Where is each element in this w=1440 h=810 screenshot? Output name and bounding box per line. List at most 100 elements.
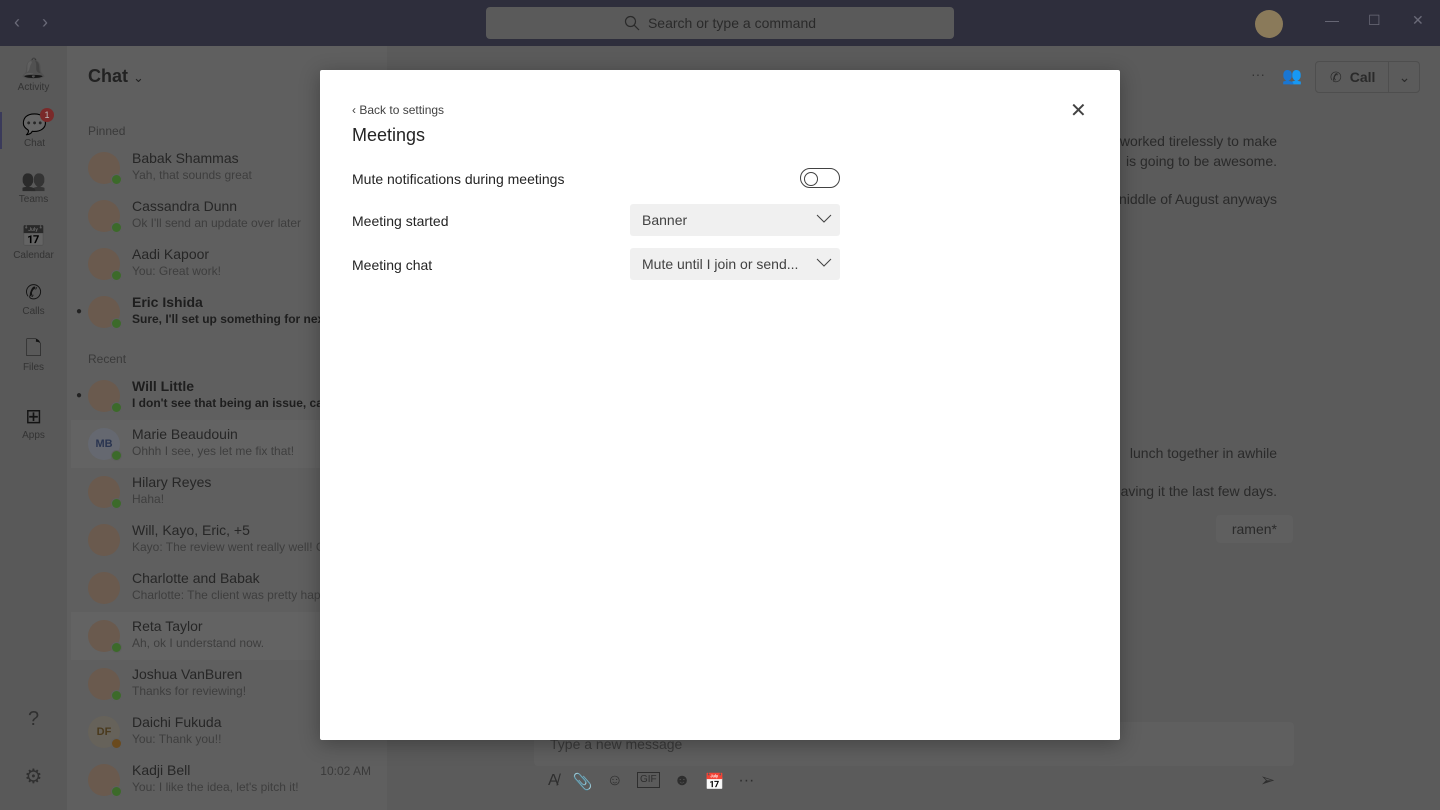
search-input[interactable]: Search or type a command (486, 7, 954, 39)
chevron-down-icon (816, 214, 832, 223)
settings-gear-icon[interactable]: ⚙ (0, 764, 67, 790)
contact-name: Aadi Kapoor (132, 246, 210, 262)
available-status-icon (111, 270, 122, 281)
close-icon[interactable]: ✕ (1070, 98, 1087, 123)
apps-icon: ⊞ (25, 406, 42, 428)
rail-item-chat[interactable]: 💬 Chat 1 (0, 108, 67, 149)
help-icon[interactable]: ? (0, 706, 67, 732)
file-icon: 🗋 (25, 338, 42, 360)
meeting-chat-dropdown[interactable]: Mute until I join or send... (630, 248, 840, 280)
mute-notifications-toggle[interactable] (800, 168, 840, 188)
rail-item-label: Activity (17, 82, 50, 93)
contact-name: Babak Shammas (132, 150, 239, 166)
teams-icon: 👥 (21, 170, 46, 192)
available-status-icon (111, 786, 122, 797)
rail-item-label: Calendar (13, 250, 54, 261)
minimize-icon[interactable]: — (1325, 12, 1339, 28)
back-to-settings-link[interactable]: ‹ Back to settings (352, 103, 444, 117)
search-placeholder: Search or type a command (647, 15, 817, 31)
call-options-chevron-icon[interactable]: ⌄ (1388, 62, 1420, 92)
unread-dot-icon: ● (76, 306, 83, 317)
contact-name: Will Little (132, 378, 195, 394)
search-icon (624, 15, 640, 31)
add-people-icon[interactable]: 👥 (1282, 66, 1302, 86)
chat-list-item[interactable]: Kadji Bell You: I like the idea, let's pi… (71, 756, 387, 804)
contact-name: Cassandra Dunn (132, 198, 238, 214)
rail-item-calls[interactable]: ✆ Calls (0, 280, 67, 317)
chat-message: is going to be awesome. (1126, 153, 1277, 169)
chat-icon: 💬 (22, 114, 47, 136)
bell-icon: 🔔 (21, 58, 46, 80)
pinned-section-label: Pinned (88, 124, 126, 138)
rail-item-files[interactable]: 🗋 Files (0, 336, 67, 373)
available-status-icon (111, 450, 122, 461)
avatar[interactable] (1255, 10, 1283, 38)
rail-item-apps[interactable]: ⊞ Apps (0, 404, 67, 441)
contact-name: Will, Kayo, Eric, +5 (132, 522, 250, 538)
back-arrow-icon[interactable]: ‹ (14, 12, 20, 33)
format-icon[interactable]: A̸ (548, 772, 559, 792)
calendar-icon: 📅 (21, 226, 46, 248)
meeting-started-value: Banner (642, 212, 688, 228)
available-status-icon (111, 318, 122, 329)
meeting-started-dropdown[interactable]: Banner (630, 204, 840, 236)
available-status-icon (111, 402, 122, 413)
available-status-icon (111, 174, 122, 185)
phone-icon: ✆ (1330, 68, 1342, 85)
rail-item-label: Chat (23, 138, 46, 149)
forward-arrow-icon[interactable]: › (42, 12, 48, 33)
chat-message: lunch together in awhile (1129, 445, 1277, 461)
contact-name: Kadji Bell (132, 762, 191, 778)
meeting-started-label: Meeting started (352, 213, 449, 229)
sticker-icon[interactable]: ☻ (674, 772, 691, 792)
chevron-left-icon: ‹ (352, 103, 356, 117)
chevron-down-icon (816, 258, 832, 267)
rail-item-calendar[interactable]: 📅 Calendar (0, 224, 67, 261)
call-button[interactable]: ✆ Call ⌄ (1315, 61, 1420, 93)
dialog-title: Meetings (352, 125, 426, 145)
maximize-icon[interactable]: ☐ (1368, 12, 1381, 29)
chevron-down-icon: ⌄ (133, 70, 144, 85)
gif-icon[interactable]: GIF (636, 772, 660, 788)
rail-item-label: Apps (22, 430, 45, 441)
attach-icon[interactable]: 📎 (573, 772, 593, 792)
meeting-chat-value: Mute until I join or send... (642, 256, 799, 272)
rail-item-label: Calls (22, 306, 45, 317)
available-status-icon (111, 222, 122, 233)
contact-name: Joshua VanBuren (132, 666, 243, 682)
rail-item-label: Teams (18, 194, 49, 205)
back-label: Back to settings (359, 103, 445, 117)
chat-message: niddle of August anyways (1119, 191, 1277, 207)
send-icon[interactable]: ➢ (1260, 770, 1275, 791)
available-status-icon (111, 642, 122, 653)
rail-item-activity[interactable]: 🔔 Activity (0, 56, 67, 93)
contact-name: Eric Ishida (132, 294, 203, 310)
contact-name: Daichi Fukuda (132, 714, 222, 730)
schedule-meeting-icon[interactable]: 📅 (704, 772, 724, 792)
title-bar: ‹ › Search or type a command — ☐ ✕ (0, 0, 1440, 46)
contact-name: Marie Beaudouin (132, 426, 238, 442)
avatar (88, 572, 120, 604)
available-status-icon (111, 498, 122, 509)
meetings-settings-dialog: ‹ Back to settings Meetings ✕ Mute notif… (320, 70, 1120, 740)
chat-message: aving it the last few days. (1120, 483, 1277, 499)
away-status-icon (111, 738, 122, 749)
rail-item-label: Files (22, 362, 45, 373)
message-preview: You: I like the idea, let's pitch it! (132, 780, 299, 794)
close-window-icon[interactable]: ✕ (1412, 12, 1424, 29)
contact-name: Charlotte and Babak (132, 570, 260, 586)
app-rail: ? ⚙ 🔔 Activity 💬 Chat 1 👥 Teams 📅 Calendar ✆ Calls… (0, 46, 67, 810)
unread-badge: 1 (40, 108, 54, 122)
emoji-icon[interactable]: ☺ (607, 772, 623, 792)
phone-icon: ✆ (25, 282, 42, 304)
contact-name: Reta Taylor (132, 618, 203, 634)
rail-item-teams[interactable]: 👥 Teams (0, 168, 67, 205)
available-status-icon (111, 690, 122, 701)
chat-list-title[interactable]: Chat ⌄ (88, 66, 144, 87)
mute-notifications-label: Mute notifications during meetings (352, 171, 565, 187)
meeting-chat-label: Meeting chat (352, 257, 433, 273)
more-options-icon[interactable]: ··· (1251, 66, 1265, 82)
chat-message: ramen* (1215, 515, 1293, 543)
more-options-icon[interactable]: ··· (738, 772, 754, 792)
avatar (88, 524, 120, 556)
